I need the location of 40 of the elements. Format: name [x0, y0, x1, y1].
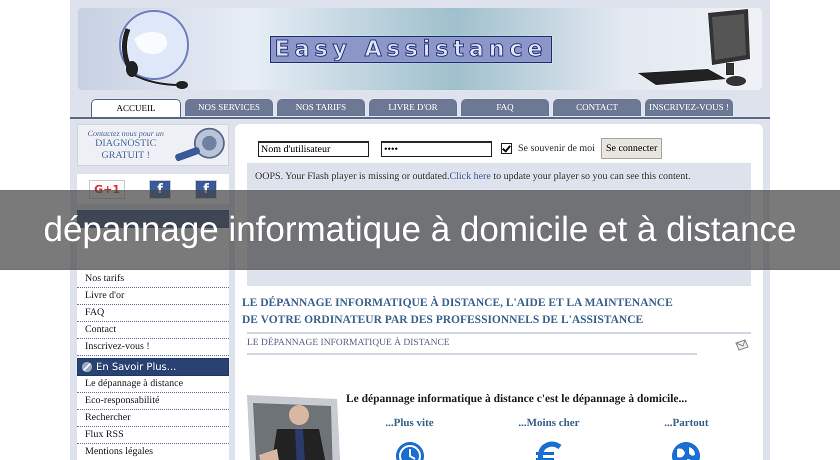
nav-tab[interactable]: CONTACT — [553, 99, 641, 116]
swirl-icon — [81, 361, 93, 373]
feature-title: ...Partout — [664, 417, 709, 429]
envelope-icon[interactable] — [735, 338, 749, 350]
menu-item[interactable]: FAQ — [77, 305, 229, 322]
username-field[interactable]: Nom d'utilisateur — [258, 140, 369, 156]
nav-tab[interactable]: ACCUEIL — [91, 99, 181, 117]
login-button[interactable]: Se connecter — [600, 138, 662, 159]
menu-item[interactable]: Le dépannage à distance — [77, 376, 229, 393]
menu-item[interactable]: Contact — [77, 322, 229, 339]
nav-tab[interactable]: FAQ — [461, 99, 549, 116]
magnifier-icon — [173, 126, 228, 164]
promo-text: Contactez nous pour un — [88, 128, 164, 138]
menu-item[interactable]: Nos tarifs — [77, 271, 229, 288]
nav-tab[interactable]: LIVRE D'OR — [369, 99, 457, 116]
section-heading: LE DÉPANNAGE INFORMATIQUE À DISTANCE — [247, 334, 697, 355]
logo-text: Easy Assistance — [270, 36, 552, 62]
menu-item[interactable]: Mentions légales — [77, 444, 229, 460]
nav-tab[interactable]: NOS TARIFS — [277, 99, 365, 116]
flash-message: OOPS. Your Flash player is missing or outdated.Click here to update your player so you can see this content. — [255, 171, 690, 182]
intro-text: Le dépannage informatique à distance c'est le dépannage à domicile... — [346, 393, 688, 405]
promo-title: GRATUIT ! — [102, 150, 150, 162]
remember-label: Se souvenir de moi — [518, 143, 595, 154]
update-link[interactable]: Click here — [449, 171, 491, 182]
page-heading: LE DÉPANNAGE INFORMATIQUE À DISTANCE, L'AIDE ET LA MAINTENANCE DE VOTRE ORDINATEUR PAR DES PROFESSIONNELS DE L'ASSISTANCE — [242, 295, 674, 328]
feature-title: ...Moins cher — [518, 417, 580, 429]
promo-banner[interactable]: Contactez nous pour un DIAGNOSTIC GRATUIT ! — [77, 124, 229, 166]
nav-tab[interactable]: NOS SERVICES — [185, 99, 273, 116]
feature-title: ...Plus vite — [385, 417, 434, 429]
caption-text: dépannage informatique à domicile et à distance — [44, 210, 796, 250]
menu-item[interactable]: Eco-responsabilité — [77, 393, 229, 410]
nav-tab[interactable]: INSCRIVEZ-VOUS ! — [645, 99, 733, 116]
password-field[interactable]: •••• — [381, 140, 492, 156]
menu-item[interactable]: Inscrivez-vous ! — [77, 339, 229, 356]
menu-item[interactable]: Livre d'or — [77, 288, 229, 305]
menu-title: En Savoir Plus... — [96, 362, 176, 372]
menu-item[interactable]: Flux RSS — [77, 427, 229, 444]
checkbox[interactable] — [501, 143, 512, 154]
menu-item[interactable]: Rechercher — [77, 410, 229, 427]
promo-title: DIAGNOSTIC — [95, 138, 156, 150]
